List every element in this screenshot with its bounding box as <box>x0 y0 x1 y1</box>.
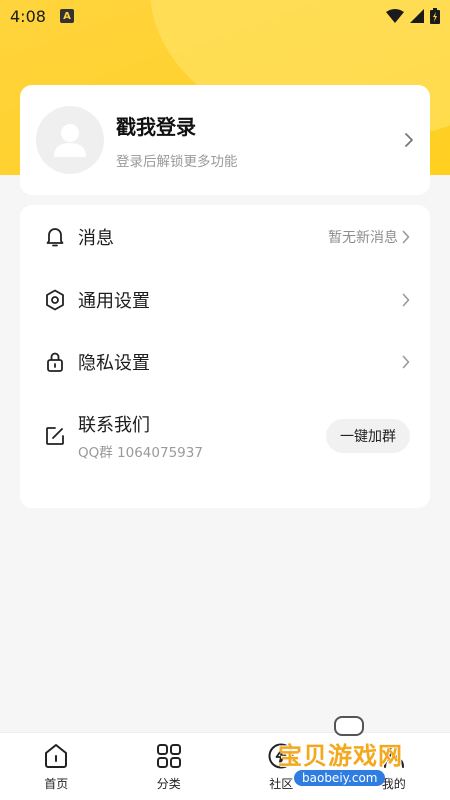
menu-item-privacy-settings[interactable]: 隐私设置 <box>20 337 430 387</box>
chevron-right-icon <box>402 230 410 244</box>
status-bar: 4:08 A <box>0 0 450 32</box>
edit-icon <box>44 425 66 447</box>
tab-mine[interactable]: 我的 <box>359 741 429 800</box>
chevron-right-icon <box>402 355 410 369</box>
avatar-placeholder-icon <box>54 124 86 157</box>
tab-community[interactable]: 社区 <box>246 741 316 800</box>
status-time: 4:08 <box>10 6 46 26</box>
tab-label-home: 首页 <box>44 777 69 791</box>
menu-item-messages[interactable]: 消息 暂无新消息 <box>20 212 430 262</box>
chevron-right-icon <box>404 132 414 148</box>
menu-label-general-settings: 通用设置 <box>78 291 150 312</box>
grid-icon <box>154 741 184 771</box>
settings-hexagon-icon <box>44 289 66 311</box>
lock-icon <box>44 351 66 373</box>
bottom-tab-bar: 首页 分类 社区 我的 <box>0 732 450 800</box>
notification-badge: A <box>59 9 74 23</box>
bell-icon <box>44 226 66 248</box>
menu-card: 消息 暂无新消息 通用设置 隐私设置 联系我们 QQ群 1064075937 一… <box>20 205 430 508</box>
login-card[interactable]: 戳我登录 登录后解锁更多功能 <box>20 85 430 195</box>
tab-categories[interactable]: 分类 <box>134 741 204 800</box>
menu-label-privacy-settings: 隐私设置 <box>78 353 150 374</box>
user-icon <box>379 741 409 771</box>
menu-label-contact-us: 联系我们 <box>78 415 150 436</box>
menu-item-contact-us: 联系我们 QQ群 1064075937 一键加群 <box>20 411 430 461</box>
menu-item-general-settings[interactable]: 通用设置 <box>20 275 430 325</box>
signal-icon <box>410 9 424 23</box>
wifi-icon <box>386 9 404 23</box>
home-icon <box>41 741 71 771</box>
avatar <box>36 106 104 174</box>
tab-label-mine: 我的 <box>381 777 406 791</box>
menu-label-messages: 消息 <box>78 228 114 249</box>
login-title: 戳我登录 <box>116 114 196 139</box>
join-group-button[interactable]: 一键加群 <box>326 419 410 453</box>
qq-group-number: QQ群 1064075937 <box>78 445 203 461</box>
tab-label-community: 社区 <box>269 777 294 791</box>
battery-icon <box>430 8 440 24</box>
login-subtitle: 登录后解锁更多功能 <box>116 153 238 170</box>
tab-label-categories: 分类 <box>156 777 181 791</box>
lightning-icon <box>266 741 296 771</box>
tab-home[interactable]: 首页 <box>21 741 91 800</box>
chevron-right-icon <box>402 293 410 307</box>
messages-status: 暂无新消息 <box>328 230 398 246</box>
